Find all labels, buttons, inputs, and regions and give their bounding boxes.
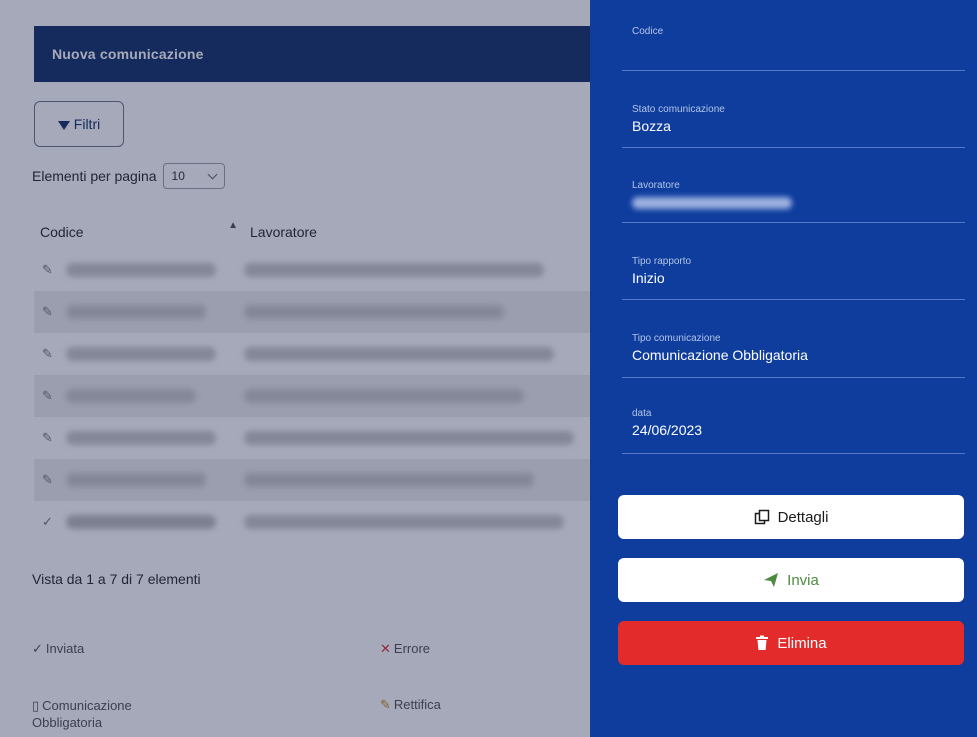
field-relationship-type: Tipo rapporto Inizio (632, 256, 692, 286)
delete-button[interactable]: Elimina (618, 621, 964, 665)
details-button[interactable]: Dettagli (618, 495, 964, 539)
field-date: data 24/06/2023 (632, 408, 703, 438)
send-icon (764, 573, 779, 587)
divider (622, 377, 965, 378)
send-button-label: Invia (787, 571, 819, 589)
divider (622, 453, 965, 454)
delete-button-label: Elimina (777, 634, 827, 652)
divider (622, 70, 965, 71)
field-worker: Lavoratore (632, 180, 960, 209)
divider (622, 222, 965, 223)
modal-backdrop[interactable] (0, 0, 590, 737)
field-communication-type: Tipo comunicazione Comunicazione Obbliga… (632, 333, 808, 363)
trash-icon (756, 635, 769, 650)
copy-icon (754, 509, 769, 525)
redacted-worker-value (632, 197, 792, 209)
details-button-label: Dettagli (777, 508, 829, 526)
divider (622, 299, 965, 300)
divider (622, 147, 965, 148)
field-status: Stato comunicazione Bozza (632, 104, 725, 134)
send-button[interactable]: Invia (618, 558, 964, 602)
field-code: Codice (632, 26, 664, 37)
detail-panel: Codice Stato comunicazione Bozza Lavorat… (590, 0, 977, 737)
